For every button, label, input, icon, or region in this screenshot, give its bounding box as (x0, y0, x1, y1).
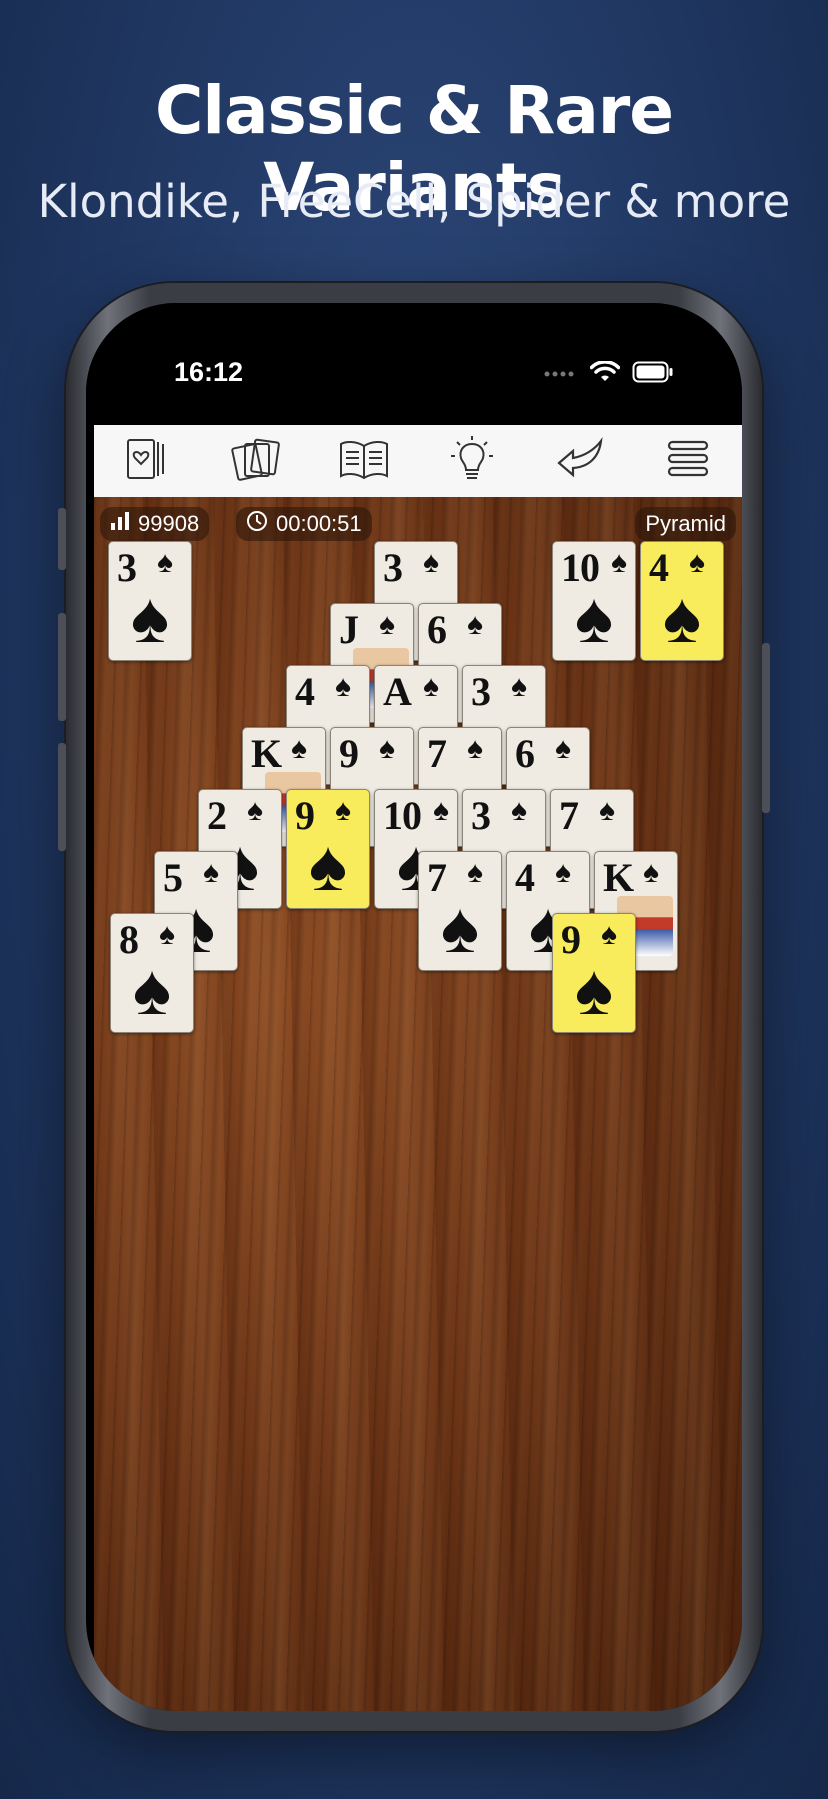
spade-icon: ♠ (130, 578, 170, 658)
undo-arrow-icon (555, 436, 605, 486)
phone-frame: 16:12 99908 00:00:51 Pyramid 3 ♠ ♠ 10 ♠ … (58, 283, 770, 1731)
spade-icon: ♠ (662, 578, 702, 658)
status-time: 16:12 (174, 357, 244, 387)
power-button (762, 643, 770, 813)
spade-icon: ♠ (601, 918, 617, 951)
waste-card[interactable]: 10 ♠ ♠ (552, 541, 636, 661)
spade-icon: ♠ (308, 826, 348, 906)
game-toolbar (94, 425, 742, 497)
spade-icon: ♠ (611, 546, 627, 579)
rules-button[interactable] (334, 431, 394, 491)
spade-icon: ♠ (467, 608, 483, 641)
card-rank: 3 (471, 669, 491, 714)
spade-icon: ♠ (423, 670, 439, 703)
spade-icon: ♠ (574, 578, 614, 658)
status-icons (544, 360, 674, 388)
menu-button[interactable] (658, 431, 718, 491)
card-rank: 6 (427, 607, 447, 652)
spade-icon: ♠ (599, 794, 615, 827)
spade-icon: ♠ (379, 608, 395, 641)
spade-icon: ♠ (379, 732, 395, 765)
pyramid-card-selected[interactable]: 9 ♠ ♠ (552, 913, 636, 1033)
battery-icon (632, 361, 674, 388)
game-table: 99908 00:00:51 Pyramid 3 ♠ ♠ 10 ♠ ♠ 4 ♠ … (94, 497, 742, 1711)
spade-icon: ♠ (467, 856, 483, 889)
card-rank: 7 (427, 731, 447, 776)
spade-icon: ♠ (203, 856, 219, 889)
card-rank: K (603, 855, 634, 900)
spade-icon: ♠ (335, 794, 351, 827)
hint-button[interactable] (442, 431, 502, 491)
card-rank: 4 (295, 669, 315, 714)
card-rank: 9 (339, 731, 359, 776)
spade-icon: ♠ (291, 732, 307, 765)
card-stack-icon (231, 436, 281, 487)
hamburger-menu-icon (666, 438, 710, 485)
card-rank: J (339, 607, 359, 652)
phone-screen: 16:12 99908 00:00:51 Pyramid 3 ♠ ♠ 10 ♠ … (86, 303, 742, 1711)
new-game-button[interactable] (118, 431, 178, 491)
spade-icon: ♠ (574, 950, 614, 1030)
card-rank: 3 (383, 545, 403, 590)
lightbulb-icon (449, 434, 495, 489)
card-rank: K (251, 731, 282, 776)
stats-bar-icon (110, 511, 130, 537)
volume-down-button (58, 743, 66, 851)
spade-icon: ♠ (157, 546, 173, 579)
undo-button[interactable] (550, 431, 610, 491)
open-book-icon (338, 438, 390, 485)
score-value: 99908 (138, 511, 200, 536)
card-rank: 3 (471, 793, 491, 838)
spade-icon: ♠ (433, 794, 449, 827)
card-rank: A (383, 669, 412, 714)
subheadline: Klondike, FreeCell, Spider & more (37, 175, 791, 228)
spade-icon: ♠ (643, 856, 659, 889)
spade-icon: ♠ (423, 546, 439, 579)
wifi-icon (589, 360, 621, 388)
spade-icon: ♠ (689, 546, 705, 579)
cards-deck-icon (125, 436, 171, 487)
spade-icon: ♠ (440, 888, 480, 968)
clock-icon (246, 510, 268, 538)
volume-up-button (58, 613, 66, 721)
timer-value: 00:00:51 (276, 511, 362, 536)
card-rank: 7 (559, 793, 579, 838)
stock-card[interactable]: 3 ♠ ♠ (108, 541, 192, 661)
spade-icon: ♠ (247, 794, 263, 827)
timer-display: 00:00:51 (236, 507, 372, 541)
waste-card-selected[interactable]: 4 ♠ ♠ (640, 541, 724, 661)
spade-icon: ♠ (555, 732, 571, 765)
spade-icon: ♠ (511, 794, 527, 827)
side-button (58, 508, 66, 570)
spade-icon: ♠ (511, 670, 527, 703)
spade-icon: ♠ (467, 732, 483, 765)
score-display: 99908 (100, 507, 210, 541)
pyramid-card[interactable]: 8 ♠ ♠ (110, 913, 194, 1033)
status-bar: 16:12 (86, 303, 742, 425)
spade-icon: ♠ (555, 856, 571, 889)
spade-icon: ♠ (159, 918, 175, 951)
spade-icon: ♠ (132, 950, 172, 1030)
spade-icon: ♠ (335, 670, 351, 703)
variant-label[interactable]: Pyramid (635, 507, 736, 541)
signal-icon (544, 366, 578, 384)
card-rank: 6 (515, 731, 535, 776)
pyramid-card-selected[interactable]: 9 ♠ ♠ (286, 789, 370, 909)
deals-button[interactable] (226, 431, 286, 491)
pyramid-card[interactable]: 7 ♠ ♠ (418, 851, 502, 971)
